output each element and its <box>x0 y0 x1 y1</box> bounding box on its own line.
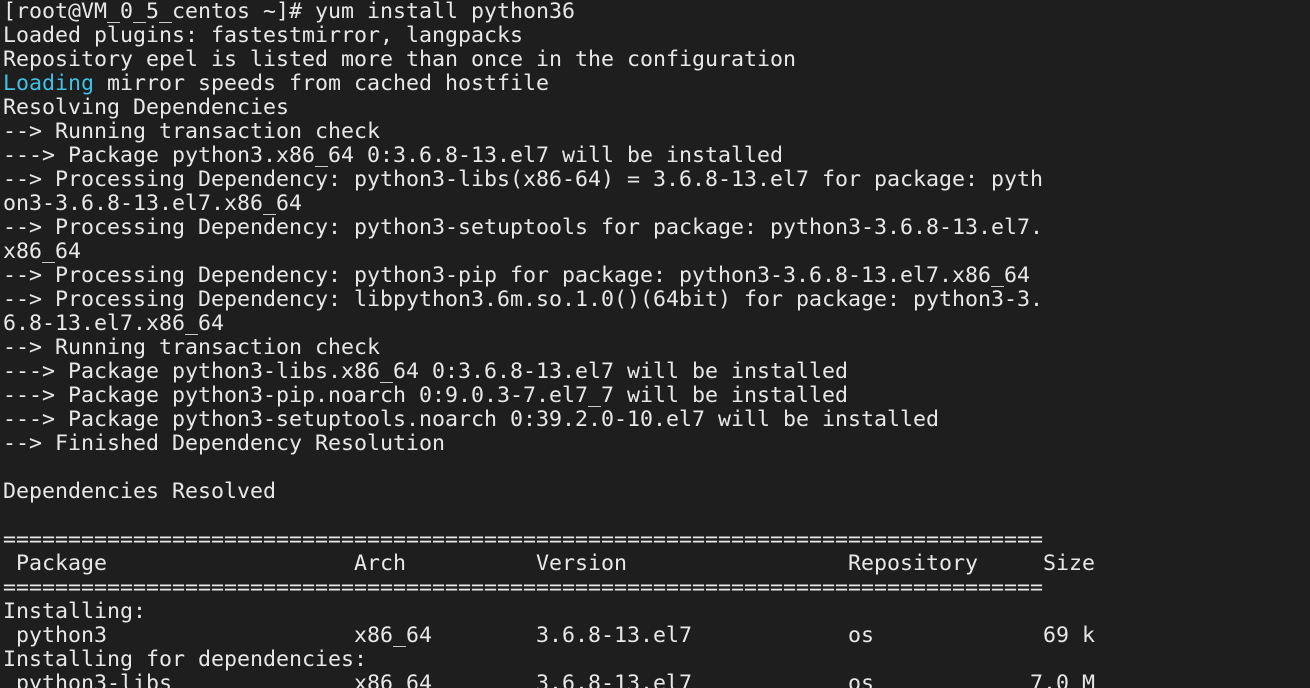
terminal-line: x86_64 <box>3 239 82 264</box>
table-section-label: Installing: <box>3 599 147 624</box>
terminal-line: ---> Package python3.x86_64 0:3.6.8-13.e… <box>3 143 784 168</box>
terminal-line: --> Processing Dependency: libpython3.6m… <box>3 287 1044 312</box>
table-header: Package Arch Version Repository Size <box>3 551 1096 576</box>
terminal-line: ---> Package python3-pip.noarch 0:9.0.3-… <box>3 383 849 408</box>
table-separator: ========================================… <box>3 575 1044 600</box>
terminal-line: ---> Package python3-libs.x86_64 0:3.6.8… <box>3 359 849 384</box>
terminal-line: ---> Package python3-setuptools.noarch 0… <box>3 407 940 432</box>
terminal-line-loading: Loading mirror speeds from cached hostfi… <box>3 72 1303 96</box>
loading-rest: mirror speeds from cached hostfile <box>94 71 550 96</box>
terminal-line: --> Processing Dependency: python3-pip f… <box>3 263 1031 288</box>
terminal-line: --> Running transaction check <box>3 119 381 144</box>
table-row: python3-libs x86_64 3.6.8-13.el7 os 7.0 … <box>3 671 1096 688</box>
terminal-output[interactable]: [root@VM_0_5_centos ~]# yum install pyth… <box>3 0 1303 688</box>
loading-highlight: Loading <box>3 71 95 96</box>
terminal-line-prompt: [root@VM_0_5_centos ~]# yum install pyth… <box>3 0 576 24</box>
terminal-line: Loaded plugins: fastestmirror, langpacks <box>3 23 524 48</box>
table-section-label: Installing for dependencies: <box>3 647 368 672</box>
terminal-line: Dependencies Resolved <box>3 479 277 504</box>
table-row: python3 x86_64 3.6.8-13.el7 os 69 k <box>3 623 1096 648</box>
terminal-line: --> Finished Dependency Resolution <box>3 431 446 456</box>
terminal-line: Resolving Dependencies <box>3 95 290 120</box>
terminal-line: Repository epel is listed more than once… <box>3 47 797 72</box>
terminal-line: on3-3.6.8-13.el7.x86_64 <box>3 191 303 216</box>
terminal-line: --> Processing Dependency: python3-libs(… <box>3 167 1044 192</box>
terminal-line: --> Running transaction check <box>3 335 381 360</box>
table-separator: ========================================… <box>3 527 1044 552</box>
terminal-line: 6.8-13.el7.x86_64 <box>3 311 225 336</box>
terminal-line: --> Processing Dependency: python3-setup… <box>3 215 1044 240</box>
